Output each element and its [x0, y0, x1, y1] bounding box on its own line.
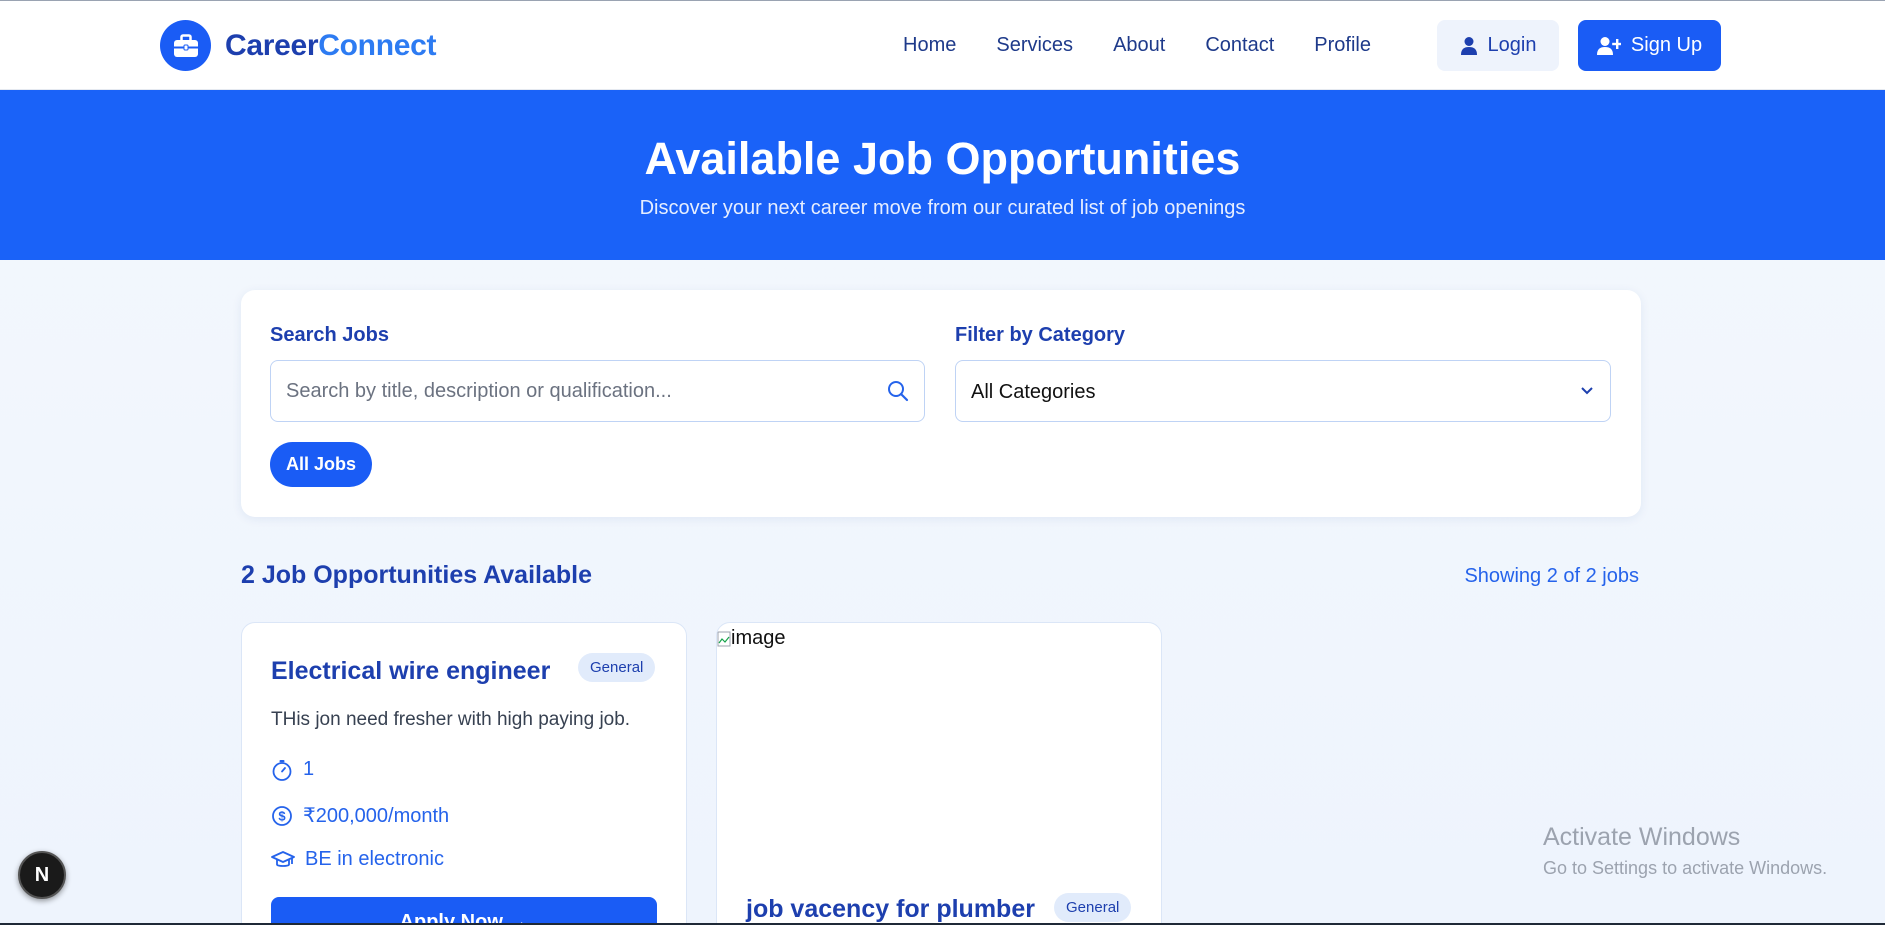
job-description: THis jon need fresher with high paying j…: [271, 709, 631, 730]
results-showing: Showing 2 of 2 jobs: [1464, 565, 1639, 587]
job-salary: $ ₹200,000/month: [271, 803, 449, 828]
svg-text:$: $: [278, 808, 286, 823]
navbar: CareerConnect Home Services About Contac…: [0, 1, 1885, 90]
watermark-subtitle: Go to Settings to activate Windows.: [1543, 858, 1828, 878]
apply-now-button[interactable]: Apply Now →: [271, 897, 657, 925]
search-input[interactable]: [271, 361, 871, 421]
job-salary-value: ₹200,000/month: [303, 805, 450, 827]
job-image-alt: image: [731, 627, 786, 649]
dollar-circle-icon: $: [272, 805, 292, 826]
category-label: Filter by Category: [955, 324, 1126, 346]
brand-name-part1: Career: [225, 28, 319, 62]
user-icon: [1460, 36, 1477, 55]
chip-all-jobs[interactable]: All Jobs: [270, 442, 372, 487]
search-label: Search Jobs: [270, 324, 389, 346]
filter-panel: Search Jobs Filter by Category All Categ…: [241, 290, 1641, 517]
category-select[interactable]: All Categories: [955, 360, 1611, 422]
results-count: 2 Job Opportunities Available: [241, 561, 592, 589]
job-image: image: [717, 627, 785, 650]
brand-name-part2: Connect: [318, 28, 437, 62]
broken-image-icon: [717, 631, 731, 646]
main-nav: Home Services About Contact Profile: [903, 34, 1411, 57]
nav-about[interactable]: About: [1113, 34, 1165, 57]
page-subtitle: Discover your next career move from our …: [639, 197, 1246, 219]
job-qualification: BE in electronic: [271, 848, 444, 871]
login-button[interactable]: Login: [1437, 20, 1559, 71]
briefcase-icon: [160, 20, 211, 71]
dev-tools-badge[interactable]: N: [18, 851, 66, 899]
page-title: Available Job Opportunities: [644, 133, 1241, 184]
brand-name: CareerConnect: [225, 29, 436, 63]
job-card[interactable]: Electrical wire engineer General THis jo…: [241, 622, 687, 925]
search-field[interactable]: [270, 360, 925, 422]
watermark-title: Activate Windows: [1543, 823, 1741, 851]
job-title[interactable]: Electrical wire engineer: [271, 657, 550, 686]
signup-button[interactable]: Sign Up: [1578, 20, 1721, 71]
stopwatch-icon: [272, 759, 292, 781]
user-plus-icon: [1596, 36, 1621, 55]
graduation-cap-icon: [271, 850, 295, 867]
job-card[interactable]: image job vacency for plumber General: [716, 622, 1162, 925]
category-select-value: All Categories: [971, 381, 1096, 403]
category-badge: General: [578, 653, 656, 682]
search-icon[interactable]: [887, 380, 909, 402]
login-label: Login: [1487, 34, 1537, 56]
category-badge: General: [1054, 893, 1132, 922]
chevron-down-icon: [1581, 387, 1593, 395]
windows-activation-watermark: Activate Windows Go to Settings to activ…: [1543, 823, 1827, 879]
job-qualification-value: BE in electronic: [305, 848, 444, 870]
hero-banner: Available Job Opportunities Discover you…: [0, 90, 1885, 260]
nav-contact[interactable]: Contact: [1205, 34, 1274, 57]
job-experience: 1: [271, 758, 314, 781]
nav-profile[interactable]: Profile: [1314, 34, 1371, 57]
signup-label: Sign Up: [1630, 34, 1703, 56]
brand[interactable]: CareerConnect: [160, 20, 436, 71]
nav-services[interactable]: Services: [996, 34, 1073, 57]
nav-home[interactable]: Home: [903, 34, 956, 57]
job-experience-value: 1: [303, 758, 315, 780]
job-title[interactable]: job vacency for plumber: [746, 895, 1035, 924]
